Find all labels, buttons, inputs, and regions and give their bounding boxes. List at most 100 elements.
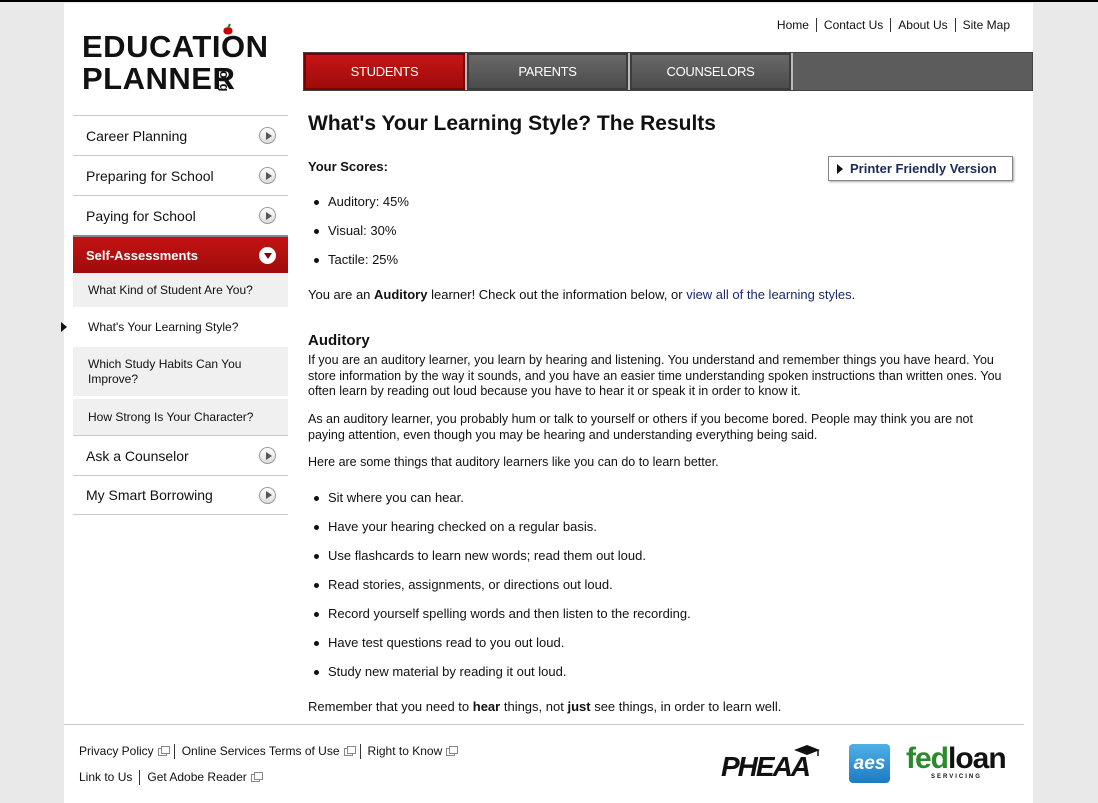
- list-item: Sit where you can hear.: [308, 490, 691, 519]
- submenu-item-label: What's Your Learning Style?: [88, 320, 239, 334]
- aes-logo[interactable]: aes: [849, 744, 890, 783]
- arrow-right-icon: [259, 486, 276, 504]
- tab-parents[interactable]: PARENTS: [467, 53, 630, 90]
- learner-prefix: You are an: [308, 287, 375, 302]
- privacy-policy-link[interactable]: Privacy Policy: [79, 744, 174, 759]
- link-label: Online Services Terms of Use: [181, 744, 340, 758]
- list-item: Use flashcards to learn new words; read …: [308, 548, 691, 577]
- sidebar-item-career-planning[interactable]: Career Planning: [73, 115, 288, 155]
- closing-part1: Remember that you need to: [308, 699, 473, 714]
- section-heading: Auditory: [308, 332, 370, 349]
- play-icon: [837, 163, 843, 174]
- graduation-cap-icon: [794, 745, 820, 756]
- logo-suffix: .org: [217, 67, 232, 92]
- current-page-arrow-icon: [61, 322, 67, 332]
- submenu-item-label: How Strong Is Your Character?: [88, 410, 254, 424]
- logo-line1: EDUCATION: [82, 29, 269, 64]
- learner-middle: learner! Check out the information below…: [427, 287, 687, 302]
- submenu-item-character[interactable]: How Strong Is Your Character?: [73, 399, 288, 435]
- top-border: [0, 0, 1098, 2]
- submenu-item-student-type[interactable]: What Kind of Student Are You?: [73, 273, 288, 310]
- list-item: Tactile: 25%: [308, 252, 409, 281]
- footer-links-row1: Privacy Policy Online Services Terms of …: [79, 744, 462, 759]
- paragraph-tips-intro: Here are some things that auditory learn…: [308, 455, 719, 469]
- submenu-item-label: What Kind of Student Are You?: [88, 283, 253, 297]
- submenu-item-learning-style[interactable]: What's Your Learning Style?: [61, 310, 288, 347]
- fedloan-fed: fed: [906, 742, 949, 775]
- sidebar-item-label: Ask a Counselor: [86, 447, 189, 464]
- learner-type: Auditory: [374, 287, 428, 302]
- closing-part2: things, not: [500, 699, 568, 714]
- footer-divider: [64, 724, 1024, 725]
- terms-of-use-link[interactable]: Online Services Terms of Use: [173, 744, 360, 759]
- link-label: Get Adobe Reader: [147, 770, 247, 784]
- submenu-item-study-habits[interactable]: Which Study Habits Can You Improve?: [73, 347, 288, 399]
- printer-friendly-button[interactable]: Printer Friendly Version: [828, 156, 1013, 181]
- sidebar-submenu: What Kind of Student Are You? What's You…: [61, 273, 288, 435]
- sidebar-item-ask-a-counselor[interactable]: Ask a Counselor: [73, 435, 288, 475]
- sidebar-item-preparing-for-school[interactable]: Preparing for School: [73, 155, 288, 195]
- tab-counselors[interactable]: COUNSELORS: [630, 53, 793, 90]
- learner-suffix: .: [851, 287, 856, 302]
- closing-just: just: [567, 699, 591, 714]
- arrow-right-icon: [259, 447, 276, 464]
- page: EDUCATION PLANNER .org Home Contact Us A…: [61, 3, 1033, 803]
- sidebar-item-self-assessments[interactable]: Self-Assessments: [73, 235, 288, 273]
- link-to-us-link[interactable]: Link to Us: [79, 770, 139, 785]
- external-window-icon: [157, 745, 170, 756]
- arrow-down-icon: [259, 246, 276, 264]
- sidebar-item-label: Preparing for School: [86, 167, 214, 184]
- learner-result: You are an Auditory learner! Check out t…: [308, 287, 855, 302]
- sidebar-item-my-smart-borrowing[interactable]: My Smart Borrowing: [73, 475, 288, 515]
- utility-nav: Home Contact Us About Us Site Map: [770, 18, 1017, 32]
- sidebar: Career Planning Preparing for School Pay…: [61, 115, 288, 515]
- paragraph-intro: If you are an auditory learner, you lear…: [308, 353, 1002, 398]
- tabs-filler: [793, 53, 1032, 90]
- arrow-right-icon: [259, 127, 276, 144]
- site-map-link[interactable]: Site Map: [954, 18, 1017, 32]
- sidebar-item-label: My Smart Borrowing: [86, 487, 213, 503]
- list-item: Record yourself spelling words and then …: [308, 606, 691, 635]
- tab-students[interactable]: STUDENTS: [304, 53, 467, 90]
- external-window-icon: [250, 771, 263, 782]
- sidebar-item-label: Self-Assessments: [86, 247, 198, 263]
- main-tabs: STUDENTS PARENTS COUNSELORS: [303, 52, 1033, 91]
- sidebar-item-label: Career Planning: [86, 127, 188, 144]
- fedloan-logo[interactable]: fedloan: [906, 742, 1007, 775]
- submenu-item-label: Which Study Habits Can You Improve?: [88, 356, 242, 386]
- link-label: Link to Us: [79, 770, 133, 784]
- external-window-icon: [343, 745, 356, 756]
- adobe-reader-link[interactable]: Get Adobe Reader: [139, 770, 266, 785]
- list-item: Read stories, assignments, or directions…: [308, 577, 691, 606]
- fedloan-subtitle: SERVICING: [931, 774, 982, 780]
- list-item: Study new material by reading it out lou…: [308, 664, 691, 693]
- closing-text: Remember that you need to hear things, n…: [308, 699, 781, 714]
- arrow-right-icon: [259, 207, 276, 224]
- right-to-know-link[interactable]: Right to Know: [359, 744, 463, 759]
- closing-hear: hear: [472, 699, 501, 714]
- tips-list: Sit where you can hear. Have your hearin…: [308, 490, 691, 693]
- scores-label: Your Scores:: [308, 159, 388, 174]
- list-item: Have your hearing checked on a regular b…: [308, 519, 691, 548]
- fedloan-loan: loan: [948, 742, 1007, 775]
- sidebar-item-label: Paying for School: [86, 207, 196, 224]
- link-label: Privacy Policy: [79, 744, 154, 758]
- about-us-link[interactable]: About Us: [890, 18, 954, 32]
- external-window-icon: [446, 745, 459, 756]
- footer-links-row2: Link to Us Get Adobe Reader: [79, 770, 267, 785]
- page-title: What's Your Learning Style? The Results: [308, 112, 716, 135]
- list-item: Auditory: 45%: [308, 194, 409, 223]
- list-item: Visual: 30%: [308, 223, 409, 252]
- list-item: Have test questions read to you out loud…: [308, 635, 691, 664]
- view-all-styles-link[interactable]: view all of the learning styles: [686, 287, 851, 302]
- home-link[interactable]: Home: [770, 18, 816, 32]
- printer-friendly-label: Printer Friendly Version: [850, 161, 997, 176]
- paragraph-behavior: As an auditory learner, you probably hum…: [308, 412, 973, 442]
- partner-logos: PHEAA aes fedloan SERVICING: [719, 741, 1019, 791]
- scores-list: Auditory: 45% Visual: 30% Tactile: 25%: [308, 194, 409, 281]
- arrow-right-icon: [259, 167, 276, 184]
- site-logo[interactable]: EDUCATION PLANNER .org: [82, 23, 282, 98]
- link-label: Right to Know: [367, 744, 443, 758]
- sidebar-item-paying-for-school[interactable]: Paying for School: [73, 195, 288, 235]
- contact-us-link[interactable]: Contact Us: [815, 18, 890, 32]
